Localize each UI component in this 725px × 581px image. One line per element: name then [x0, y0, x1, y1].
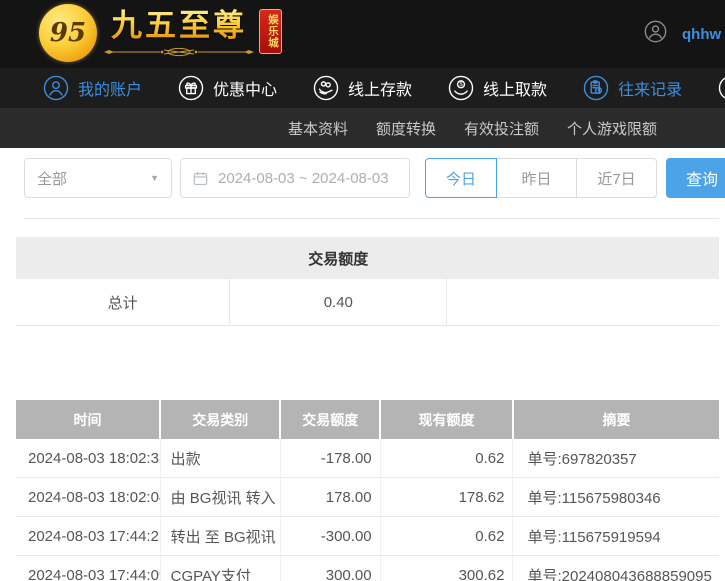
summary-header-title: 交易额度 [230, 237, 447, 279]
nav-item-my-account[interactable]: 我的账户 [43, 75, 142, 101]
bell-icon [718, 75, 725, 101]
user-menu[interactable]: qhhw [644, 0, 721, 68]
cell-type: CGPAY支付 [160, 556, 280, 581]
brand-logo[interactable]: 95 九五至尊 娱乐城 [39, 4, 282, 62]
cell-time: 2024-08-03 18:02:33 [16, 439, 160, 478]
col-header-time: 时间 [16, 400, 160, 439]
logo-monogram-text: 95 [50, 18, 86, 48]
nav-item-withdraw[interactable]: $ 线上取款 [448, 75, 547, 101]
col-header-summary: 摘要 [513, 400, 719, 439]
caret-down-icon: ▼ [150, 173, 159, 183]
hand-coins-icon [313, 75, 339, 101]
main-nav: 我的账户 优惠中心 线上存款 $ 线上取款 往来记录 [0, 68, 725, 108]
brand-name: 九五至尊 [111, 4, 247, 48]
summary-table: 交易额度 总计 0.40 [16, 237, 719, 326]
yesterday-button[interactable]: 昨日 [497, 158, 577, 198]
nav-item-records[interactable]: 往来记录 [583, 75, 682, 101]
records-header-row: 时间 交易类别 交易额度 现有额度 摘要 [16, 400, 719, 439]
cell-type: 出款 [160, 439, 280, 478]
summary-header-spacer [447, 237, 719, 279]
nav-label: 优惠中心 [213, 76, 277, 100]
nav-item-promotions[interactable]: 优惠中心 [178, 75, 277, 101]
table-row: 2024-08-03 17:44:25 转出 至 BG视讯 -300.00 0.… [16, 517, 719, 556]
cell-type: 转出 至 BG视讯 [160, 517, 280, 556]
sub-nav: 基本资料 额度转换 有效投注额 个人游戏限额 [0, 108, 725, 148]
summary-total-label: 总计 [16, 279, 230, 326]
search-button[interactable]: 查询 [666, 158, 725, 198]
summary-empty-cell [447, 279, 719, 326]
user-icon [43, 75, 69, 101]
cell-summary: 单号:115675919594 [513, 517, 719, 556]
cell-balance: 178.62 [380, 478, 513, 517]
subnav-item-basic-info[interactable]: 基本资料 [288, 118, 348, 139]
table-row: 2024-08-03 18:02:33 出款 -178.00 0.62 单号:6… [16, 439, 719, 478]
cell-amount: 178.00 [280, 478, 380, 517]
table-row: 2024-08-03 18:02:04 由 BG视讯 转入 178.00 178… [16, 478, 719, 517]
col-header-amount: 交易额度 [280, 400, 380, 439]
content: 全部 ▼ 2024-08-03 ~ 2024-08-03 今日 昨日 近7日 查… [0, 148, 725, 581]
username: qhhw [682, 26, 721, 43]
brand-badge: 娱乐城 [259, 9, 282, 54]
nav-item-messages[interactable]: 信 [718, 75, 725, 101]
subnav-item-valid-bets[interactable]: 有效投注额 [464, 118, 539, 139]
cell-balance: 0.62 [380, 439, 513, 478]
cell-time: 2024-08-03 18:02:04 [16, 478, 160, 517]
cell-balance: 0.62 [380, 517, 513, 556]
type-filter-value: 全部 [37, 168, 67, 189]
today-button[interactable]: 今日 [425, 158, 497, 198]
cell-type: 由 BG视讯 转入 [160, 478, 280, 517]
top-header: 95 九五至尊 娱乐城 [0, 0, 725, 68]
cell-amount: -178.00 [280, 439, 380, 478]
nav-item-deposit[interactable]: 线上存款 [313, 75, 412, 101]
table-row: 2024-08-03 17:44:09 CGPAY支付 300.00 300.6… [16, 556, 719, 581]
gift-icon [178, 75, 204, 101]
cell-time: 2024-08-03 17:44:25 [16, 517, 160, 556]
col-header-type: 交易类别 [160, 400, 280, 439]
nav-label: 我的账户 [78, 76, 142, 100]
cell-time: 2024-08-03 17:44:09 [16, 556, 160, 581]
coin-hand-icon: $ [448, 75, 474, 101]
date-range-input[interactable]: 2024-08-03 ~ 2024-08-03 [180, 158, 410, 198]
nav-label: 线上取款 [483, 76, 547, 100]
col-header-balance: 现有额度 [380, 400, 513, 439]
records-table: 时间 交易类别 交易额度 现有额度 摘要 2024-08-03 18:02:33… [16, 400, 719, 581]
type-filter-select[interactable]: 全部 ▼ [24, 158, 172, 198]
calendar-icon [192, 170, 209, 187]
cell-amount: 300.00 [280, 556, 380, 581]
cell-balance: 300.62 [380, 556, 513, 581]
cell-summary: 单号:202408043688859095 [513, 556, 719, 581]
user-avatar-icon [644, 20, 667, 48]
clipboard-clock-icon [583, 75, 609, 101]
summary-total-value: 0.40 [230, 279, 447, 326]
last7days-button[interactable]: 近7日 [577, 158, 657, 198]
subnav-item-game-limits[interactable]: 个人游戏限额 [567, 118, 657, 139]
cell-summary: 单号:115675980346 [513, 478, 719, 517]
logo-main: 九五至尊 [104, 4, 254, 58]
logo-monogram-icon: 95 [39, 4, 97, 62]
quick-range-group: 今日 昨日 近7日 [425, 158, 657, 198]
summary-total-row: 总计 0.40 [16, 279, 719, 326]
nav-label: 线上存款 [348, 76, 412, 100]
cell-amount: -300.00 [280, 517, 380, 556]
filter-divider [24, 218, 719, 219]
summary-header-spacer [16, 237, 230, 279]
date-range-value: 2024-08-03 ~ 2024-08-03 [218, 170, 389, 187]
cell-summary: 单号:697820357 [513, 439, 719, 478]
subnav-item-quota-transfer[interactable]: 额度转换 [376, 118, 436, 139]
page: 95 九五至尊 娱乐城 [0, 0, 725, 581]
nav-label: 往来记录 [618, 76, 682, 100]
summary-header-row: 交易额度 [16, 237, 719, 279]
